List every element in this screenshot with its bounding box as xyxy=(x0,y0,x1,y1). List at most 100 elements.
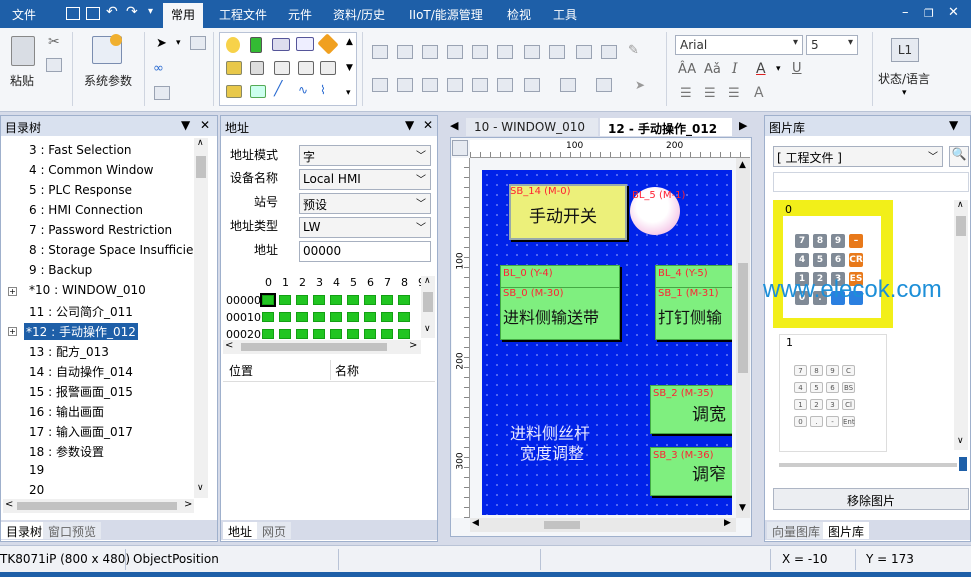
state-language-label[interactable]: 状态/语言 xyxy=(878,70,930,87)
gallery-search-icon[interactable]: 🔍 xyxy=(949,146,969,167)
scroll-up-icon[interactable]: ▲ xyxy=(739,160,746,170)
quick-access-dropdown-icon[interactable]: ▾ xyxy=(148,6,153,17)
font-name-combo[interactable]: Arial ▾ xyxy=(675,35,803,55)
tree-item[interactable]: 19 xyxy=(29,463,44,477)
bit-cell[interactable] xyxy=(347,295,359,305)
numeric-input-icon[interactable] xyxy=(226,85,242,98)
undo-icon[interactable]: ↶ xyxy=(106,4,118,20)
doc-tab-window010[interactable]: 10 - WINDOW_010 xyxy=(466,118,598,136)
panel-menu-icon[interactable]: ▼ xyxy=(949,118,958,132)
text-input-icon[interactable] xyxy=(250,85,266,98)
doc-tab-manual012[interactable]: 12 - 手动操作_012 xyxy=(600,118,732,136)
gallery-category-select[interactable]: [ 工程文件 ] ﹀ xyxy=(773,146,943,167)
switch-icon[interactable] xyxy=(226,61,242,75)
paste-label[interactable]: 粘贴 xyxy=(10,72,34,89)
bit-cell[interactable] xyxy=(313,329,325,339)
same-size-icon[interactable] xyxy=(472,78,488,92)
minimize-icon[interactable]: – xyxy=(902,5,909,20)
window-select-icon[interactable] xyxy=(190,36,206,50)
traffic-light-icon[interactable] xyxy=(250,37,262,53)
remove-image-button[interactable]: 移除图片 xyxy=(773,488,969,510)
tree-item[interactable]: 13 : 配方_013 xyxy=(29,343,109,360)
bit-cell[interactable] xyxy=(398,329,410,339)
system-params-label[interactable]: 系统参数 xyxy=(84,72,132,89)
scroll-thumb[interactable] xyxy=(241,343,387,351)
tree-item[interactable]: 15 : 报警画面_015 xyxy=(29,383,133,400)
clear-format-icon[interactable]: A xyxy=(754,85,764,101)
frame-icon[interactable] xyxy=(601,45,617,59)
tab-objects[interactable]: 元件 xyxy=(288,6,312,23)
font-grow-icon[interactable]: ÂA xyxy=(678,62,696,77)
gallery-filter-input[interactable] xyxy=(773,172,969,192)
bit-cell[interactable] xyxy=(381,295,393,305)
list-icon[interactable] xyxy=(298,61,314,75)
tab-picture-gallery[interactable]: 图片库 xyxy=(823,522,870,539)
gallery-item-1[interactable]: 1 7 8 9 C 4 5 6 BS 1 2 3 Cl 0. - Ent xyxy=(779,334,887,452)
pin-icon[interactable]: ✎ xyxy=(628,43,639,58)
menu-file[interactable]: 文件 xyxy=(12,6,36,23)
space-horizontal-icon[interactable] xyxy=(372,78,388,92)
tab-web[interactable]: 网页 xyxy=(257,522,292,539)
trend-icon[interactable]: ∿ xyxy=(298,83,308,97)
bit-cell[interactable] xyxy=(381,312,393,322)
align-bottom-icon[interactable] xyxy=(497,45,513,59)
option-list-icon[interactable] xyxy=(320,61,336,75)
tree-item[interactable]: 16 : 输出画面 xyxy=(29,403,104,420)
tab-scroll-left-icon[interactable]: ◀ xyxy=(450,119,458,132)
bit-cell[interactable] xyxy=(262,329,274,339)
bit-cell[interactable] xyxy=(296,295,308,305)
align-top-icon[interactable] xyxy=(447,45,463,59)
save-all-icon[interactable] xyxy=(86,7,100,20)
bitgrid-hscroll[interactable]: < > xyxy=(223,340,421,354)
scroll-down-icon[interactable]: ∨ xyxy=(957,436,964,446)
state-language-dropdown-icon[interactable]: ▾ xyxy=(902,88,907,98)
numeric-display-icon[interactable] xyxy=(296,37,314,51)
gallery-vscroll[interactable]: ∧ ∨ xyxy=(954,200,968,450)
bit-cell[interactable] xyxy=(279,312,291,322)
tab-vector-gallery[interactable]: 向量图库 xyxy=(767,522,826,539)
duplicate-icon[interactable] xyxy=(154,86,170,100)
bit-cell[interactable] xyxy=(398,312,410,322)
link-icon[interactable]: ∞ xyxy=(153,61,164,76)
save-icon[interactable] xyxy=(66,7,80,20)
scroll-right-icon[interactable]: > xyxy=(409,340,417,351)
scroll-down-icon[interactable]: ▼ xyxy=(739,503,746,513)
close-icon[interactable]: ✕ xyxy=(948,5,959,20)
scroll-thumb[interactable] xyxy=(544,521,580,529)
same-height-icon[interactable] xyxy=(447,78,463,92)
scroll-thumb[interactable] xyxy=(738,263,748,373)
gallery-scroll-down-icon[interactable]: ▼ xyxy=(346,63,353,73)
tree-expand-icon[interactable]: + xyxy=(8,327,17,336)
format-painter-icon[interactable]: ➤ xyxy=(635,78,645,92)
station-select[interactable]: 预设 ﹀ xyxy=(299,193,431,214)
scroll-right-icon[interactable]: ▶ xyxy=(724,518,731,528)
tab-window-preview[interactable]: 窗口预览 xyxy=(43,522,102,539)
tree-item[interactable]: 14 : 自动操作_014 xyxy=(29,363,133,380)
gallery-item-0[interactable]: 0 7 8 9–4 5 6 CR 1 2 3 ES 0. xyxy=(773,200,893,328)
lock-icon[interactable] xyxy=(524,78,540,92)
tree-item[interactable]: 11 : 公司简介_011 xyxy=(29,303,133,320)
tab-iiot[interactable]: IIoT/能源管理 xyxy=(409,6,483,23)
gallery-expand-icon[interactable]: ▾ xyxy=(346,88,351,98)
slider-handle[interactable] xyxy=(959,457,967,471)
tree-hscroll[interactable]: < > xyxy=(3,499,194,513)
align-text-center-icon[interactable]: ☰ xyxy=(704,86,716,101)
bit-cell[interactable] xyxy=(296,312,308,322)
scroll-left-icon[interactable]: ◀ xyxy=(472,518,479,528)
align-left-icon[interactable] xyxy=(372,45,388,59)
bit-cell[interactable] xyxy=(364,329,376,339)
tab-project[interactable]: 工程文件 xyxy=(219,6,267,23)
align-right-icon[interactable] xyxy=(422,45,438,59)
tree-item[interactable]: 5 : PLC Response xyxy=(29,183,132,197)
tree-item[interactable]: 3 : Fast Selection xyxy=(29,143,132,157)
bit-cell[interactable] xyxy=(279,295,291,305)
tree-item[interactable]: *10 : WINDOW_010 xyxy=(29,283,146,297)
group-icon[interactable] xyxy=(524,45,540,59)
tree-item[interactable]: 8 : Storage Space Insufficier xyxy=(29,243,198,257)
tree-item[interactable]: 9 : Backup xyxy=(29,263,92,277)
align-text-left-icon[interactable]: ☰ xyxy=(680,86,692,101)
panel-menu-icon[interactable]: ▼ xyxy=(405,118,414,132)
gallery-scroll-up-icon[interactable]: ▲ xyxy=(346,37,353,47)
rotate-icon[interactable] xyxy=(497,78,513,92)
ungroup-icon[interactable] xyxy=(549,45,565,59)
